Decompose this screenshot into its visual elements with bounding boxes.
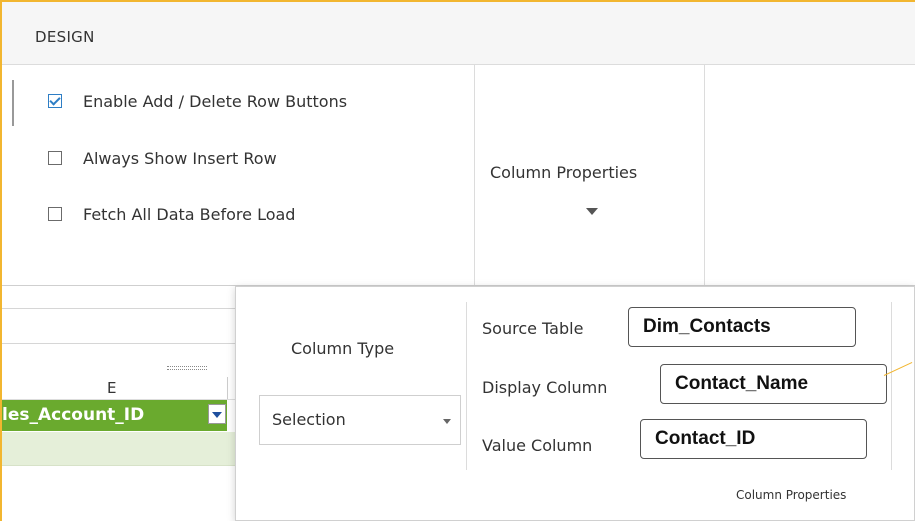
header-cell-text: les_Account_ID [2,405,145,425]
value-column-label: Value Column [482,436,593,455]
tab-design[interactable]: DESIGN [35,28,95,46]
checkbox-unchecked-icon[interactable] [48,207,62,221]
filter-dropdown-icon[interactable] [208,404,226,424]
option-label: Enable Add / Delete Row Buttons [83,91,348,111]
enable-add-delete-option[interactable]: Enable Add / Delete Row Buttons [48,89,347,113]
source-table-field[interactable]: Dim_Contacts [628,307,856,347]
option-label: Always Show Insert Row [83,148,277,168]
formula-bar[interactable] [2,308,237,344]
column-properties-label: Column Properties [490,163,638,182]
group-label: Column Properties [736,488,847,502]
source-table-label: Source Table [482,319,584,338]
resize-grip-icon[interactable] [167,366,207,370]
value-column-field[interactable]: Contact_ID [640,419,867,459]
value-column-value: Contact_ID [655,428,756,449]
column-divider [227,377,228,399]
ribbon-panel: Enable Add / Delete Row Buttons Always S… [2,65,915,286]
fetch-all-data-option[interactable]: Fetch All Data Before Load [48,202,295,226]
chevron-down-icon [443,419,451,424]
display-column-field[interactable]: Contact_Name [660,364,887,404]
column-properties-popover: Column Type Selection Source Table Dim_C… [235,286,915,521]
checkbox-unchecked-icon[interactable] [48,151,62,165]
spreadsheet-area: E les_Account_ID [2,286,237,521]
caret-down-icon [586,208,598,215]
ribbon-separator [474,65,475,285]
popover-separator [891,302,892,470]
display-column-value: Contact_Name [675,373,809,394]
checkbox-checked-icon[interactable] [48,94,62,108]
column-header-row: E [2,377,237,400]
ribbon-tab-bar: DESIGN [2,2,915,65]
display-column-label: Display Column [482,378,608,397]
source-table-value: Dim_Contacts [643,316,771,337]
option-label: Fetch All Data Before Load [83,204,296,224]
column-type-value: Selection [272,410,346,429]
column-properties-button[interactable]: Column Properties [476,65,704,285]
column-type-select[interactable]: Selection [259,395,461,445]
table-header-cell[interactable]: les_Account_ID [2,400,227,431]
table-row[interactable] [2,432,237,466]
ribbon-group-marker [12,80,14,126]
column-letter[interactable]: E [107,379,116,397]
column-type-label: Column Type [291,339,395,358]
always-show-insert-row-option[interactable]: Always Show Insert Row [48,146,277,170]
popover-separator [466,302,467,470]
ribbon-separator [704,65,705,285]
